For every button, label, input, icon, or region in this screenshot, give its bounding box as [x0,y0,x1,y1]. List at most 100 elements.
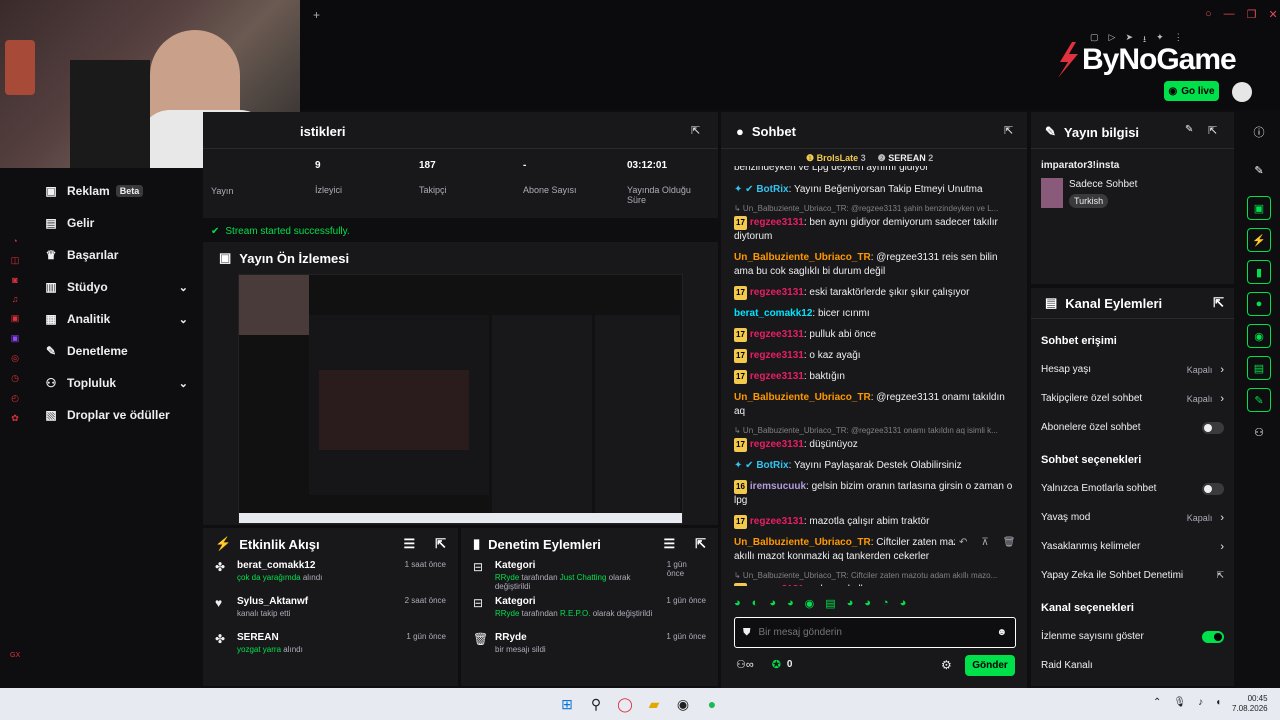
popout-icon[interactable]: ⇱ [695,536,706,552]
stream-preview-video[interactable] [238,274,683,524]
pin-icon[interactable]: ⊼ [981,537,988,548]
chat-bubble-icon[interactable]: ● [1247,292,1271,316]
community-icon[interactable]: ⚇ [1247,420,1271,444]
setting-row-followers-only[interactable]: Takipçilere özel sohbet Kapalı › [1041,384,1224,413]
emote-icon[interactable]: ◕ [769,597,776,610]
chat-username[interactable]: BotRix [756,184,788,195]
rail-twitch-icon[interactable]: ▣ [11,333,20,344]
sidebar-item-gelir[interactable]: ▤ Gelir [30,207,202,239]
subs-only-toggle[interactable] [1202,421,1224,434]
emoji-icon[interactable]: ☻ [996,627,1007,638]
chat-reply-preview[interactable]: ↳ Un_Balbuziente_Ubriaco_TR: @regzee3131… [734,204,1018,213]
popout-icon[interactable]: ⇱ [1213,295,1224,311]
speaker-icon[interactable]: ♪ [1198,697,1203,708]
emote-icon[interactable]: ◉ [805,597,815,610]
setting-row-slow-mode[interactable]: Yavaş mod Kapalı › [1041,503,1224,532]
send-button[interactable]: Gönder [965,655,1015,676]
setting-row-account-age[interactable]: Hesap yaşı Kapalı › [1041,355,1224,384]
emote-icon[interactable]: ◕ [734,597,741,610]
opera-gx-icon[interactable]: ◯ [614,693,636,715]
wrench-icon[interactable]: ✎ [1247,388,1271,412]
chat-username[interactable]: regzee3131 [750,371,804,382]
broadcast-icon[interactable]: ◉ [1247,324,1271,348]
activity-item[interactable]: ♥ Sylus_Aktanwf kanalı takip etti 2 saat ön… [215,596,446,632]
bynogame-logo[interactable]: ByNoGame [1052,40,1237,80]
maximize-icon[interactable]: ❐ [1247,8,1257,21]
document-icon[interactable]: ▮ [1247,260,1271,284]
chat-username[interactable]: regzee3131 [750,584,804,586]
chat-message[interactable]: 17 regzee3131: o kaz ayağı [734,349,1018,363]
modaction-item[interactable]: ⊟ Kategori RRyde tarafından R.E.P.O. olara… [473,596,706,632]
emote-icon[interactable]: ◐ [752,597,759,610]
chat-username[interactable]: regzee3131 [750,287,804,298]
sidebar-item-analitik[interactable]: ▦ Analitik ⌄ [30,303,202,335]
emote-icon[interactable]: ▤ [825,597,835,610]
setting-row-ai-moderation[interactable]: Yapay Zeka ile Sohbet Denetimi ⇱ [1041,561,1224,590]
chat-message[interactable]: 17 regzee3131: pulluk abi önce [734,328,1018,342]
sidebar-item-reklam[interactable]: ▣ Reklam Beta [30,175,202,207]
chat-reply-preview[interactable]: ↳ Un_Balbuziente_Ubriaco_TR: @regzee3131… [734,426,1018,435]
chat-message[interactable]: 17 regzee3131: mazotla çalışır abim trakt… [734,515,1018,529]
chat-message-input[interactable] [758,627,989,638]
emote-icon[interactable]: ◕ [787,597,794,610]
avatar[interactable] [1232,82,1252,102]
emote-only-toggle[interactable] [1202,482,1224,495]
activity-item[interactable]: ✤ berat_comakk12 çok da yarağımda alındı 1 … [215,560,446,596]
popout-icon[interactable]: ⇱ [691,124,700,137]
reply-icon[interactable]: ↶ [959,537,967,548]
bolt-icon[interactable]: ⚡ [1247,228,1271,252]
category-name[interactable]: Sadece Sohbet [1069,179,1137,190]
sidebar-item-topluluk[interactable]: ⚇ Topluluk ⌄ [30,367,202,399]
top-chatter-2[interactable]: ❷ SEREAN 2 [878,153,934,164]
go-live-button[interactable]: ◉ Go live [1164,81,1219,101]
rail-settings-icon[interactable]: ✿ [11,413,19,424]
popout-icon[interactable]: ⇱ [1208,124,1217,137]
rail-clock-icon[interactable]: ◷ [11,373,19,384]
chat-username[interactable]: regzee3131 [750,217,804,228]
chat-input[interactable]: ⛊ ☻ [734,617,1016,648]
emote-icon[interactable]: ◕ [847,597,854,610]
tag-badge[interactable]: Turkish [1069,194,1109,208]
info-icon[interactable]: ⓘ [1247,120,1271,144]
rail-circle-icon[interactable]: ◎ [11,353,19,364]
chat-username[interactable]: regzee3131 [750,516,804,527]
pencil-icon[interactable]: ✎ [1247,158,1271,182]
modaction-item[interactable]: ⊟ Kategori RRyde tarafından Just Chatting … [473,560,706,596]
setting-row-raid[interactable]: Raid Kanalı [1041,651,1224,680]
sidebar-item-basarilar[interactable]: ♛ Başarılar [30,239,202,271]
chat-message[interactable]: berat_comakk12: bicer ıcınmı [734,307,1018,321]
activity-item[interactable]: ✤ SEREAN yozgat yarra alındı 1 gün önce [215,632,446,668]
chat-username[interactable]: Un_Balbuziente_Ubriaco_TR [734,537,871,548]
show-views-toggle[interactable] [1202,630,1224,643]
rail-history-icon[interactable]: ◴ [11,393,19,404]
chat-message[interactable]: 16 iremsucuuk: gelsin bizim oranın tarlas… [734,480,1018,508]
chat-username[interactable]: Un_Balbuziente_Ubriaco_TR [734,252,871,263]
folder-icon[interactable]: ▰ [643,693,665,715]
spotify-icon[interactable]: ● [701,693,723,715]
chat-username[interactable]: regzee3131 [750,439,804,450]
search-icon[interactable]: ⚲ [585,693,607,715]
chat-username[interactable]: regzee3131 [750,350,804,361]
obs-icon[interactable]: ◉ [672,693,694,715]
chat-username[interactable]: regzee3131 [750,329,804,340]
chat-message[interactable]: Un_Balbuziente_Ubriaco_TR: @regzee3131 o… [734,391,1018,419]
popout-icon[interactable]: ⇱ [1004,124,1013,137]
chat-username[interactable]: BotRix [756,460,788,471]
chevron-up-icon[interactable]: ⌃ [1153,697,1161,708]
rail-music-icon[interactable]: ♫ [12,294,19,304]
mic-icon[interactable]: 🎙 [1173,697,1186,708]
sidebar-item-denetleme[interactable]: ✎ Denetleme [30,335,202,367]
chat-reply-preview[interactable]: ↳ Un_Balbuziente_Ubriaco_TR: Ciftciler z… [734,571,1018,580]
search-icon[interactable]: ○ [1205,8,1212,21]
minimize-icon[interactable]: — [1224,8,1235,21]
sidebar-item-droplar[interactable]: ▧ Droplar ve ödüller [30,399,202,431]
sidebar-item-studyo[interactable]: ▥ Stüdyo ⌄ [30,271,202,303]
rail-home-icon[interactable]: ◔ [12,236,17,246]
windows-start-icon[interactable]: ⊞ [556,693,578,715]
chat-username[interactable]: berat_comakk12 [734,308,812,319]
popout-icon[interactable]: ⇱ [435,536,446,552]
chat-message[interactable]: 17 regzee3131: düşünüyoz [734,438,1018,452]
delete-icon[interactable]: 🗑 [1003,537,1016,548]
emote-icon[interactable]: ◔ [882,597,889,610]
emote-icon[interactable]: ◕ [864,597,871,610]
